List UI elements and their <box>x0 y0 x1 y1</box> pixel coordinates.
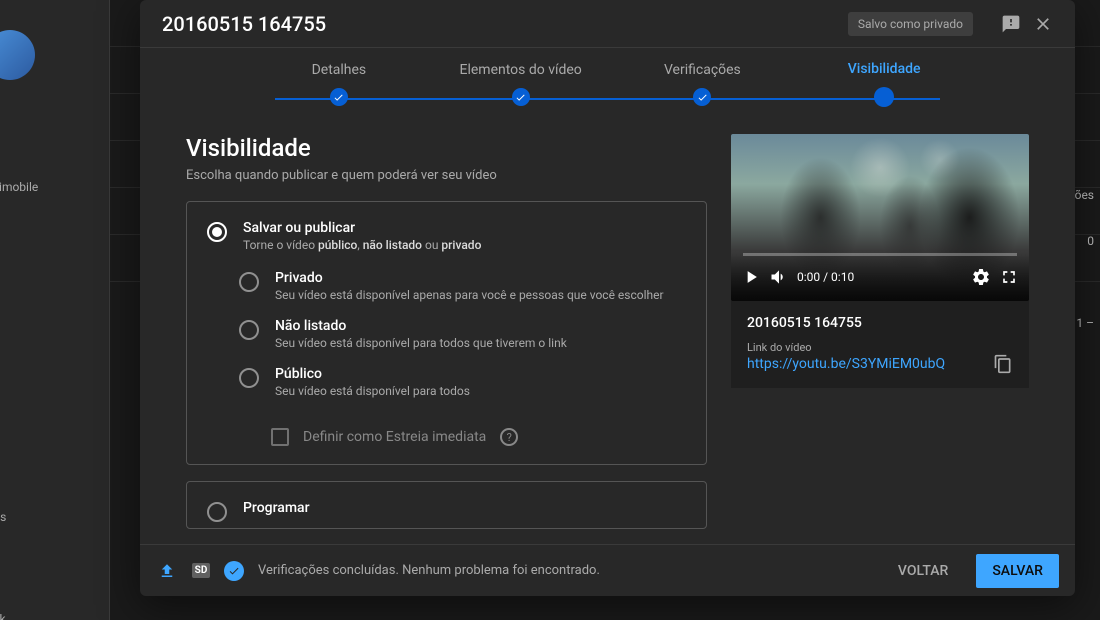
dialog-title: 20160515 164755 <box>162 12 848 36</box>
save-publish-card: Salvar ou publicar Torne o vídeo público… <box>186 201 707 465</box>
radio-label: Salvar ou publicar <box>243 220 686 236</box>
radio-icon <box>239 368 259 388</box>
footer-status: Verificações concluídas. Nenhum problema… <box>258 563 870 578</box>
premiere-checkbox-row[interactable]: Definir como Estreia imediata ? <box>271 428 686 446</box>
radio-public[interactable]: Público Seu vídeo está disponível para t… <box>239 366 686 398</box>
radio-description: Seu vídeo está disponível para todos <box>275 384 686 398</box>
step-checks[interactable]: Verificações <box>664 62 741 78</box>
checkbox-label: Definir como Estreia imediata <box>303 429 486 445</box>
sd-badge: SD <box>190 560 212 582</box>
radio-private[interactable]: Privado Seu vídeo está disponível apenas… <box>239 270 686 302</box>
close-icon[interactable] <box>1033 14 1053 34</box>
feedback-icon[interactable] <box>1001 14 1021 34</box>
radio-save-publish[interactable]: Salvar ou publicar Torne o vídeo público… <box>207 220 686 252</box>
radio-label: Programar <box>243 500 686 516</box>
checkbox-icon <box>271 428 289 446</box>
check-complete-icon <box>224 561 244 581</box>
step-visibility[interactable]: Visibilidade <box>848 61 921 77</box>
radio-icon <box>207 222 227 242</box>
progress-stepper: Detalhes Elementos do vídeo Verificações… <box>140 48 1075 120</box>
fullscreen-icon[interactable] <box>999 267 1019 287</box>
radio-description: Seu vídeo está disponível apenas para vo… <box>275 288 686 302</box>
visibility-subtitle: Escolha quando publicar e quem poderá ve… <box>186 168 707 183</box>
time-display: 0:00 / 0:10 <box>797 270 854 284</box>
sidebar-item[interactable]: back <box>0 612 6 620</box>
settings-icon[interactable] <box>971 267 991 287</box>
step-current-icon <box>874 87 894 107</box>
step-details[interactable]: Detalhes <box>312 62 367 78</box>
bg-count: 0 <box>1087 234 1094 248</box>
dialog-footer: SD Verificações concluídas. Nenhum probl… <box>140 544 1075 596</box>
link-label: Link do vídeo <box>747 341 1013 354</box>
radio-label: Público <box>275 366 686 382</box>
bg-header: ões <box>1075 188 1094 202</box>
video-link[interactable]: https://youtu.be/S3YMiEM0ubQ <box>747 356 945 372</box>
dialog-header: 20160515 164755 Salvo como privado <box>140 0 1075 48</box>
radio-icon <box>239 320 259 340</box>
video-meta: 20160515 164755 Link do vídeo https://yo… <box>731 301 1029 388</box>
radio-schedule[interactable]: Programar <box>207 500 686 522</box>
upload-dialog: 20160515 164755 Salvo como privado Detal… <box>140 0 1075 596</box>
volume-icon[interactable] <box>769 267 789 287</box>
radio-unlisted[interactable]: Não listado Seu vídeo está disponível pa… <box>239 318 686 350</box>
radio-label: Não listado <box>275 318 686 334</box>
play-icon[interactable] <box>741 267 761 287</box>
step-check-icon <box>512 88 530 106</box>
video-preview[interactable]: 0:00 / 0:10 <box>731 134 1029 301</box>
radio-label: Privado <box>275 270 686 286</box>
sidebar-item[interactable]: orais <box>0 510 6 524</box>
back-button[interactable]: VOLTAR <box>882 554 964 588</box>
schedule-card: Programar <box>186 481 707 529</box>
help-icon[interactable]: ? <box>500 428 518 446</box>
save-button[interactable]: SALVAR <box>976 554 1059 588</box>
radio-description: Torne o vídeo público, não listado ou pr… <box>243 238 686 252</box>
radio-icon <box>207 502 227 522</box>
radio-description: Seu vídeo está disponível para todos que… <box>275 336 686 350</box>
step-check-icon <box>330 88 348 106</box>
preview-video-title: 20160515 164755 <box>747 315 1013 331</box>
radio-icon <box>239 272 259 292</box>
video-controls: 0:00 / 0:10 <box>731 253 1029 301</box>
progress-bar[interactable] <box>743 253 1017 256</box>
step-elements[interactable]: Elementos do vídeo <box>460 62 582 78</box>
saved-status-badge: Salvo como privado <box>848 12 973 36</box>
visibility-title: Visibilidade <box>186 134 707 162</box>
channel-avatar[interactable] <box>0 30 35 80</box>
copy-icon[interactable] <box>993 354 1013 374</box>
step-check-icon <box>693 88 711 106</box>
upload-icon <box>156 560 178 582</box>
channel-name: Tekimobile <box>0 180 38 194</box>
bg-count: 1 – <box>1076 316 1094 330</box>
sidebar: nal Tekimobile s orais es back <box>0 0 110 620</box>
